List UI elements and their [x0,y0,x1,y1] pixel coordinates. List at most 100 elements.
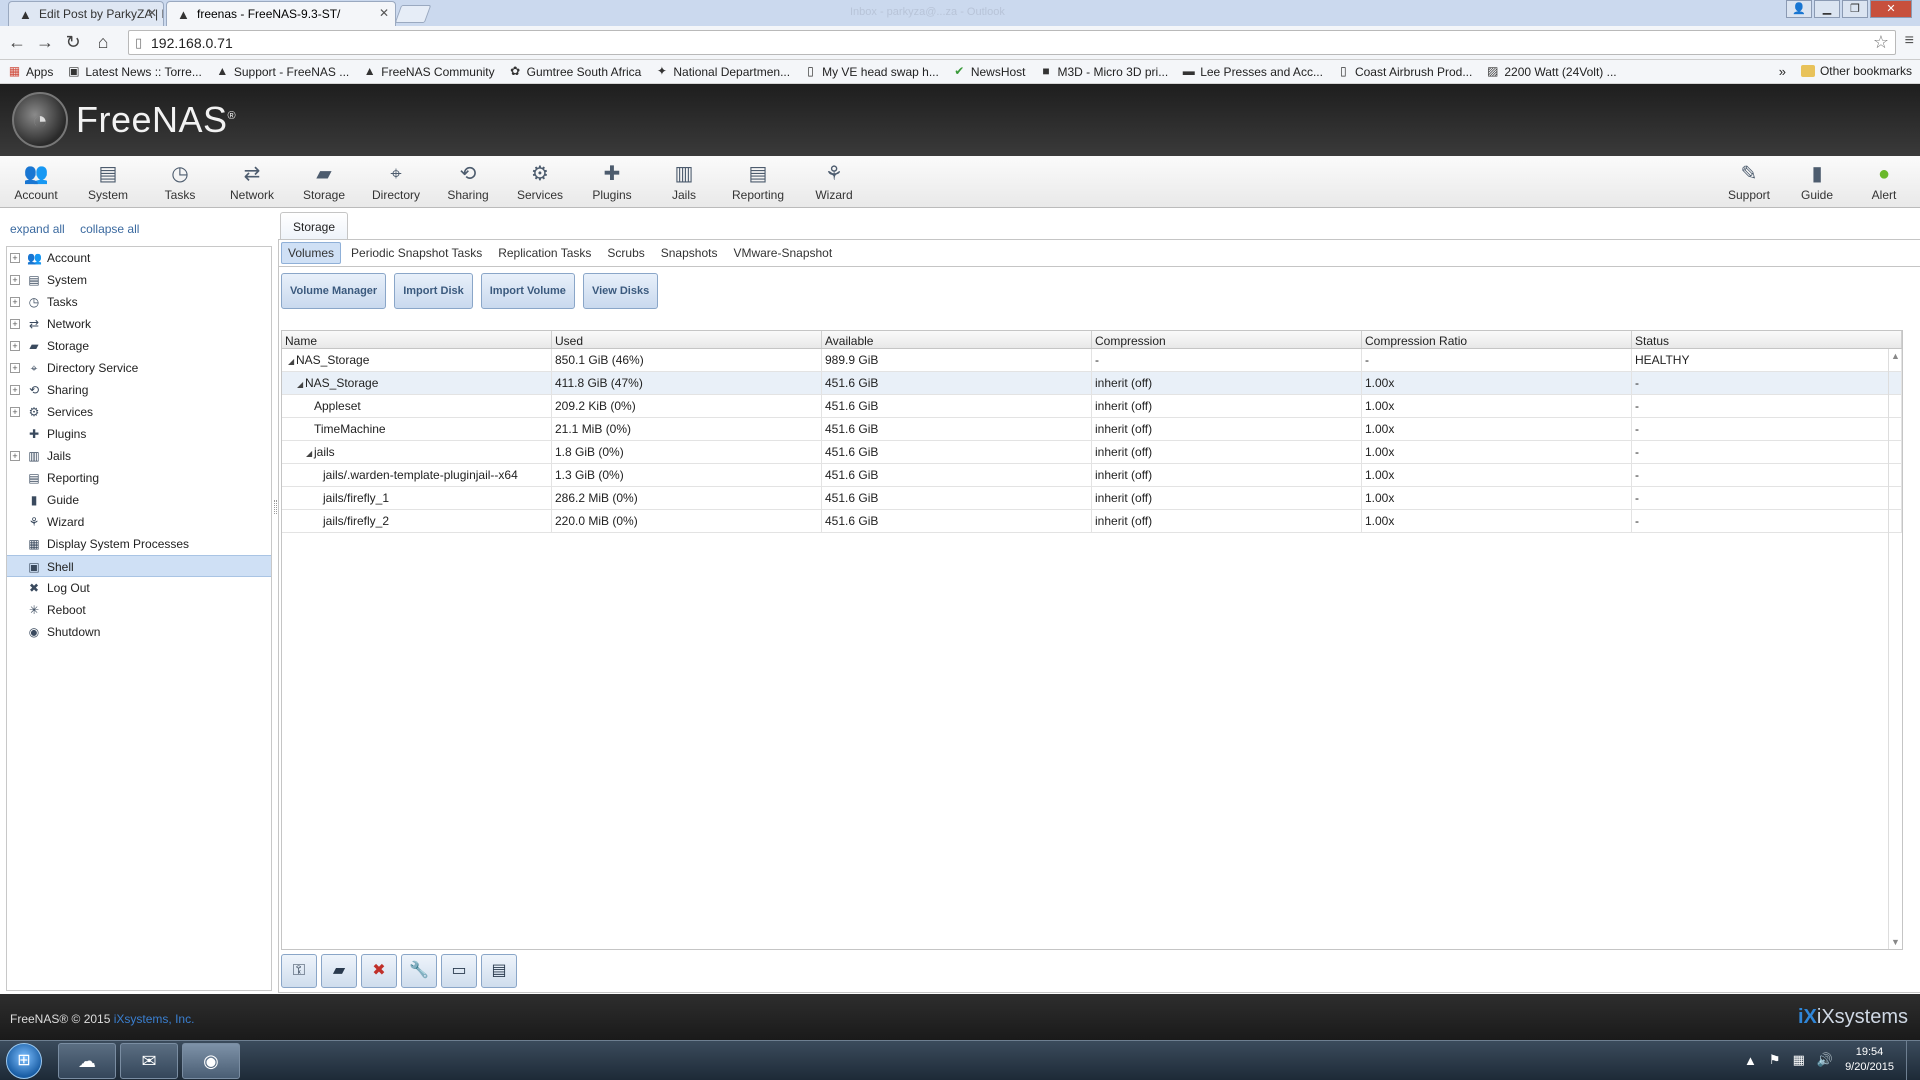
freenas-logo[interactable]: ◔ FreeNAS® [12,92,236,148]
topnav-guide[interactable]: ▮ Guide [1785,162,1849,202]
bookmark-11[interactable]: ▨ 2200 Watt (24Volt) ... [1486,65,1616,79]
column-header-compression[interactable]: Compression [1092,331,1362,348]
expand-icon[interactable]: + [10,253,20,263]
collapse-all-link[interactable]: collapse all [80,222,139,236]
create-zvol-icon[interactable]: ▭ [441,954,477,988]
scroll-down-icon[interactable]: ▼ [1891,937,1900,947]
tree-item-account[interactable]: + 👥 Account [7,247,271,269]
ixsystems-link[interactable]: iXsystems, Inc. [114,1012,195,1026]
bookmark-4[interactable]: ✿ Gumtree South Africa [509,65,641,79]
tree-item-guide[interactable]: ▮ Guide [7,489,271,511]
import-disk-button[interactable]: Import Disk [394,273,473,309]
create-dataset-icon[interactable]: ▰ [321,954,357,988]
scrub-volume-icon[interactable]: 🔧 [401,954,437,988]
topnav-jails[interactable]: ▥ Jails [652,162,716,202]
table-row[interactable]: ◢ NAS_Storage 411.8 GiB (47%) 451.6 GiB inhe… [282,372,1902,395]
minimize-icon[interactable]: ▁ [1814,0,1840,18]
bookmark-star-icon[interactable]: ☆ [1873,32,1889,53]
expand-icon[interactable]: + [10,385,20,395]
tree-item-tasks[interactable]: + ◷ Tasks [7,291,271,313]
topnav-services[interactable]: ⚙ Services [508,162,572,202]
subtab-scrubs[interactable]: Scrubs [601,243,650,263]
topnav-alert[interactable]: ● Alert [1852,162,1916,202]
change-permissions-icon[interactable]: ⚿ [281,954,317,988]
subtab-vmware-snapshot[interactable]: VMware-Snapshot [727,243,838,263]
expand-icon[interactable]: + [10,319,20,329]
topnav-network[interactable]: ⇄ Network [220,162,284,202]
view-disks-button[interactable]: View Disks [582,273,659,309]
action-center-flag-icon[interactable]: ⚑ [1769,1052,1781,1068]
browser-tab-freenas[interactable]: ▲ freenas - FreeNAS-9.3-ST/ ✕ [166,1,396,26]
address-bar[interactable]: ▯ 192.168.0.71 ☆ [128,30,1896,55]
browser-menu-icon[interactable]: ≡ [1905,32,1914,50]
tree-item-display-system-processes[interactable]: ▦ Display System Processes [7,533,271,555]
bookmark-9[interactable]: ▬ Lee Presses and Acc... [1182,65,1323,79]
column-header-used[interactable]: Used [552,331,822,348]
network-tray-icon[interactable]: ▦ [1793,1052,1805,1068]
tree-item-shutdown[interactable]: ◉ Shutdown [7,621,271,643]
expand-icon[interactable]: + [10,451,20,461]
close-icon[interactable]: ✕ [147,6,157,20]
window-close-icon[interactable]: ✕ [1870,0,1912,18]
subtab-volumes[interactable]: Volumes [281,242,342,264]
topnav-reporting[interactable]: ▤ Reporting [726,162,790,202]
windows-start-icon[interactable]: ⊞ [6,1043,42,1079]
bookmarks-overflow-button[interactable]: » [1779,64,1786,79]
grid-scrollbar[interactable]: ▲ ▼ [1888,349,1902,949]
table-row[interactable]: Appleset 209.2 KiB (0%) 451.6 GiB inherit (… [282,395,1902,418]
tree-item-plugins[interactable]: ✚ Plugins [7,423,271,445]
bookmark-6[interactable]: ▯ My VE head swap h... [804,65,939,79]
tree-item-directory-service[interactable]: + ⌖ Directory Service [7,357,271,379]
table-row[interactable]: jails/firefly_2 220.0 MiB (0%) 451.6 GiB in… [282,510,1902,533]
subtab-replication-tasks[interactable]: Replication Tasks [492,243,597,263]
column-header-available[interactable]: Available [822,331,1092,348]
table-row[interactable]: ◢ NAS_Storage 850.1 GiB (46%) 989.9 GiB - - HE… [282,349,1902,372]
tray-expand-icon[interactable]: ▲ [1744,1053,1757,1068]
system-clock[interactable]: 19:54 9/20/2015 [1845,1045,1894,1075]
outlook-icon[interactable]: ✉ [120,1043,178,1079]
bookmark-0[interactable]: ▦ Apps [8,65,54,79]
browser-tab-edit-post[interactable]: ▲ Edit Post by ParkyZA | Fre ✕ [8,1,164,26]
expand-icon[interactable]: + [10,297,20,307]
bookmark-2[interactable]: ▲ Support - FreeNAS ... [216,65,349,79]
topnav-system[interactable]: ▤ System [76,162,140,202]
topnav-sharing[interactable]: ⟲ Sharing [436,162,500,202]
topnav-directory[interactable]: ⌖ Directory [364,162,428,202]
close-icon[interactable]: ✕ [379,6,389,20]
home-icon[interactable]: ⌂ [92,32,114,53]
expand-icon[interactable]: + [10,275,20,285]
column-header-status[interactable]: Status [1632,331,1902,348]
bookmark-5[interactable]: ✦ National Departmen... [655,65,790,79]
column-header-name[interactable]: Name [282,331,552,348]
ixsystems-logo[interactable]: iXiXsystems [1798,1006,1908,1029]
bookmark-10[interactable]: ▯ Coast Airbrush Prod... [1337,65,1472,79]
table-row[interactable]: jails/.warden-template-pluginjail--x64 1.… [282,464,1902,487]
collapse-triangle-icon[interactable]: ◢ [297,380,305,389]
user-icon[interactable]: 👤 [1786,0,1812,18]
topnav-plugins[interactable]: ✚ Plugins [580,162,644,202]
url-text[interactable]: 192.168.0.71 [151,35,233,51]
tree-item-reboot[interactable]: ✳ Reboot [7,599,271,621]
import-volume-button[interactable]: Import Volume [480,273,575,309]
maximize-icon[interactable]: ❐ [1842,0,1868,18]
scroll-up-icon[interactable]: ▲ [1891,351,1900,361]
topnav-support[interactable]: ✎ Support [1717,162,1781,202]
tree-item-shell[interactable]: ▣ Shell [7,555,271,577]
expand-icon[interactable]: + [10,363,20,373]
table-row[interactable]: jails/firefly_1 286.2 MiB (0%) 451.6 GiB in… [282,487,1902,510]
expand-icon[interactable]: + [10,341,20,351]
show-desktop-button[interactable] [1906,1041,1920,1080]
column-header-compression-ratio[interactable]: Compression Ratio [1362,331,1632,348]
tree-item-jails[interactable]: + ▥ Jails [7,445,271,467]
back-arrow-icon[interactable]: ← [6,32,28,53]
panel-splitter-handle[interactable] [274,500,277,514]
reload-icon[interactable]: ↻ [62,32,84,53]
topnav-tasks[interactable]: ◷ Tasks [148,162,212,202]
explorer-icon[interactable]: ☁ [58,1043,116,1079]
volume-status-icon[interactable]: ▤ [481,954,517,988]
tree-item-network[interactable]: + ⇄ Network [7,313,271,335]
tree-item-log-out[interactable]: ✖ Log Out [7,577,271,599]
expand-all-link[interactable]: expand all [10,222,65,236]
subtab-periodic-snapshot-tasks[interactable]: Periodic Snapshot Tasks [345,243,488,263]
volume-icon[interactable]: 🔊 [1817,1052,1833,1068]
